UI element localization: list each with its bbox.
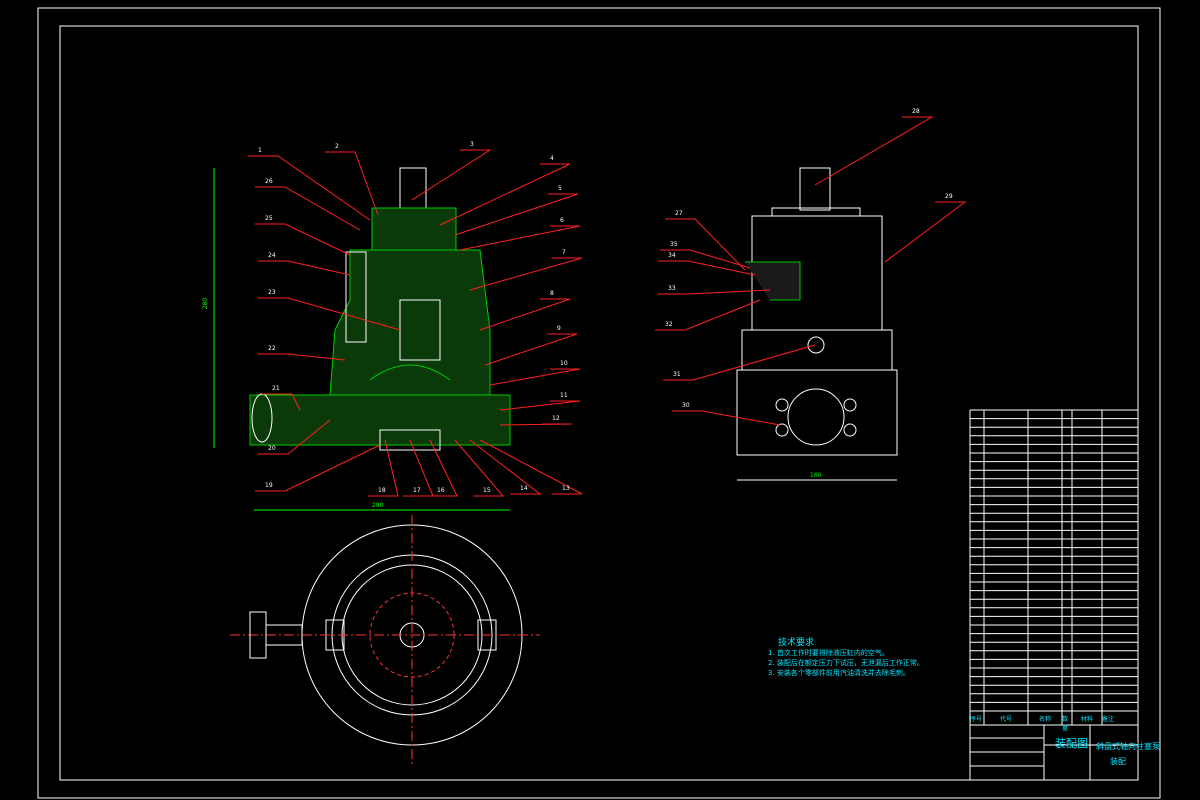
front-part-number: 14 (520, 485, 528, 492)
tech-requirement-line: 2. 装配后在额定压力下试压，无泄漏后工作正常。 (768, 659, 924, 667)
front-part-number: 12 (552, 415, 560, 422)
side-part-leader (672, 410, 781, 426)
side-part-number: 32 (665, 321, 673, 328)
side-part-number: 35 (670, 241, 678, 248)
tech-requirements-title: 技术要求 (777, 638, 814, 648)
dimension-width: 280 (372, 502, 384, 509)
header-name: 名称 (1038, 716, 1051, 723)
parts-list-header: 序号 代号 名称 数量 材料 备注 (970, 714, 1118, 732)
front-part-number: 26 (265, 178, 273, 185)
front-part-number: 15 (483, 487, 491, 494)
side-part-leader (658, 260, 756, 276)
front-part-leader (459, 225, 581, 251)
title-block-product: 斜盘式轴向柱塞泵 (1096, 742, 1160, 751)
dimension-side-width: 160 (810, 472, 822, 479)
title-block-subname: 装配 (1110, 757, 1126, 766)
side-part-number: 31 (673, 371, 681, 378)
front-part-number: 23 (268, 289, 276, 296)
side-part-number: 33 (668, 285, 676, 292)
front-part-number: 21 (272, 385, 280, 392)
side-part-leader (663, 344, 816, 381)
front-part-leader (325, 151, 379, 216)
front-part-number: 1 (258, 147, 262, 154)
title-block-type: 装配图 (1055, 737, 1088, 750)
front-part-leader (499, 400, 581, 411)
header-code: 代号 (999, 716, 1012, 723)
side-part-number: 34 (668, 252, 676, 259)
front-part-number: 5 (558, 185, 562, 192)
front-part-number: 6 (560, 217, 564, 224)
side-part-number: 27 (675, 210, 683, 217)
header-material: 材料 (1080, 716, 1093, 723)
side-part-leader (884, 201, 967, 263)
front-part-number: 18 (378, 487, 386, 494)
front-part-leader (258, 353, 346, 361)
tech-requirements: 技术要求 1. 首次工作时要排除液压缸内的空气。 2. 装配后在额定压力下试压，… (768, 638, 924, 678)
front-part-number: 2 (335, 143, 339, 150)
side-view (736, 167, 898, 481)
front-part-number: 9 (557, 325, 561, 332)
front-part-number: 17 (413, 487, 421, 494)
front-part-number: 3 (470, 141, 474, 148)
dimension-height: 280 (202, 297, 210, 310)
front-part-number: 16 (437, 487, 445, 494)
front-part-leader (411, 149, 492, 201)
front-part-number: 19 (265, 482, 273, 489)
front-part-number: 24 (268, 252, 276, 259)
side-part-number: 30 (682, 402, 690, 409)
front-part-number: 7 (562, 249, 566, 256)
front-section-view (213, 167, 511, 511)
tech-requirement-line: 1. 首次工作时要排除液压缸内的空气。 (768, 649, 889, 657)
side-part-leader (814, 116, 934, 186)
header-no: 序号 (970, 716, 983, 723)
side-part-number: 29 (945, 193, 953, 200)
front-part-number: 20 (268, 445, 276, 452)
front-part-leader (258, 260, 351, 276)
top-view (230, 515, 540, 765)
front-part-leader (499, 423, 573, 426)
front-part-leader (255, 223, 351, 256)
front-part-leader (454, 193, 579, 236)
front-part-number: 11 (560, 392, 568, 399)
front-part-leader (248, 155, 371, 221)
front-part-number: 4 (550, 155, 554, 162)
front-part-leader (469, 257, 583, 291)
front-part-number: 25 (265, 215, 273, 222)
front-part-leader (469, 439, 542, 495)
header-qty: 数量 (1062, 716, 1069, 732)
header-remark: 备注 (1102, 716, 1115, 723)
cad-drawing: 12 34567891011121314151617181920212223242… (37, 7, 1161, 799)
sheet-border-outer (37, 7, 1161, 799)
tech-requirement-line: 3. 安装各个零部件前用汽油清洗并去除毛刺。 (768, 669, 910, 677)
side-part-number: 28 (912, 108, 920, 115)
front-part-number: 22 (268, 345, 276, 352)
front-part-leader (489, 368, 581, 386)
front-part-number: 10 (560, 360, 568, 367)
sheet-border-inner (59, 25, 1139, 781)
front-part-number: 13 (562, 485, 570, 492)
front-part-number: 8 (550, 290, 554, 297)
